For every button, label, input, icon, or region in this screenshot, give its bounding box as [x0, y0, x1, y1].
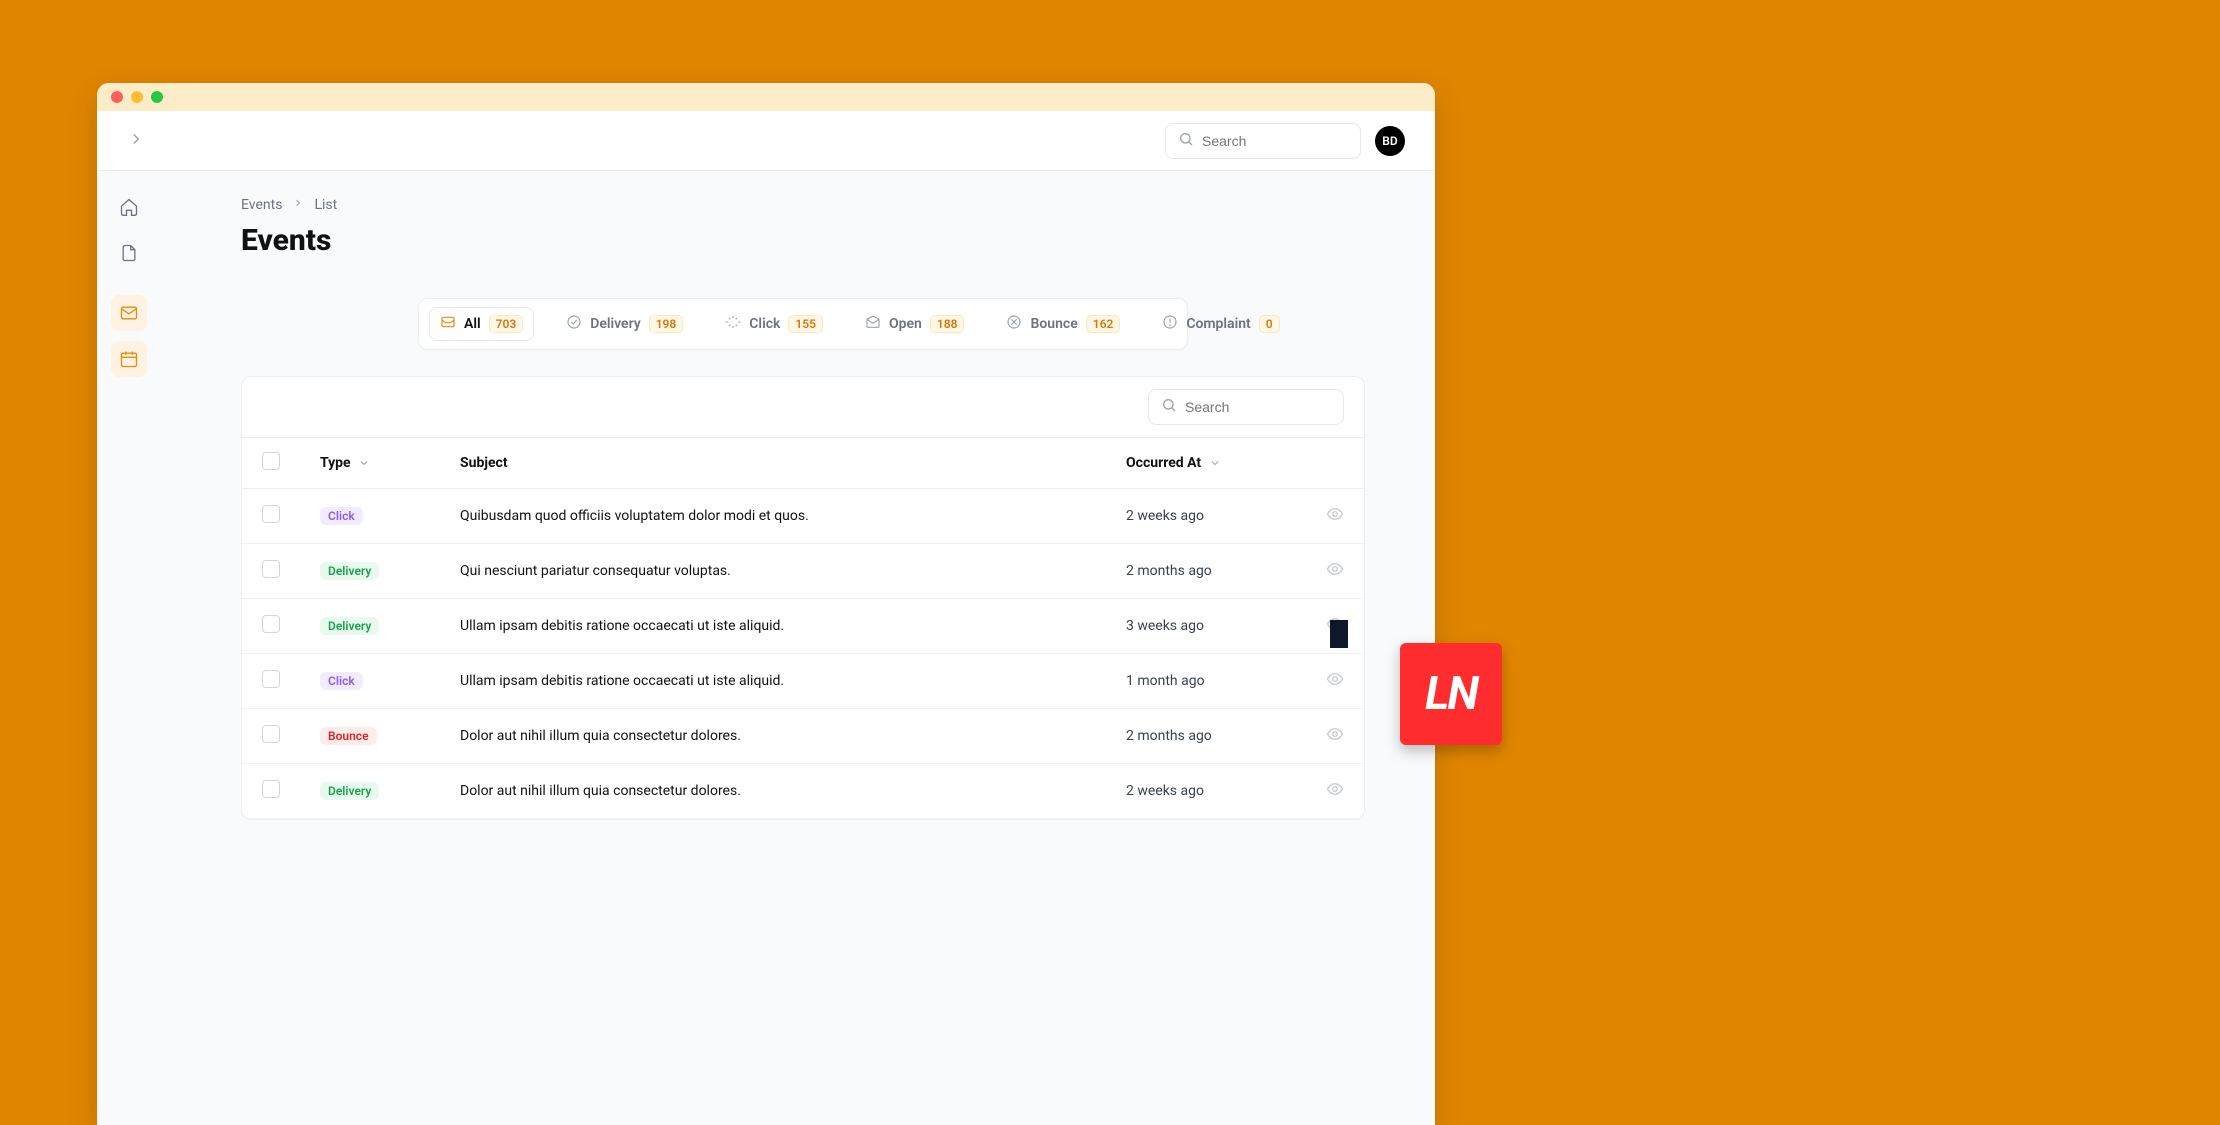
window-zoom-dot[interactable]	[151, 91, 163, 103]
sidebar	[97, 171, 161, 1125]
breadcrumb-leaf: List	[314, 197, 337, 213]
table-row[interactable]: Bounce Dolor aut nihil illum quia consect…	[242, 709, 1364, 764]
filter-count: 188	[930, 315, 965, 333]
row-checkbox[interactable]	[262, 560, 280, 578]
row-checkbox[interactable]	[262, 725, 280, 743]
global-search-input[interactable]	[1202, 133, 1348, 149]
row-checkbox[interactable]	[262, 615, 280, 633]
row-checkbox[interactable]	[262, 670, 280, 688]
occurred-at-cell: 2 months ago	[1106, 709, 1306, 764]
app-window: BD Events List Events Al	[97, 83, 1435, 1125]
sidebar-item-calendar[interactable]	[111, 341, 147, 377]
events-table-card: Type Subject Occurred At Click Quibusdam …	[241, 376, 1365, 820]
table-row[interactable]: Delivery Ullam ipsam debitis ratione occa…	[242, 599, 1364, 654]
type-badge: Bounce	[320, 727, 377, 745]
chevron-right-icon	[292, 197, 304, 213]
eye-icon[interactable]	[1326, 566, 1344, 582]
filter-tabs: All 703 Delivery 198 Click 155 Open 188 Bounce 16…	[418, 298, 1188, 350]
filter-label: Bounce	[1030, 316, 1077, 332]
eye-icon[interactable]	[1326, 731, 1344, 747]
window-close-dot[interactable]	[111, 91, 123, 103]
chevron-down-icon	[1209, 457, 1221, 469]
select-all-checkbox[interactable]	[262, 452, 280, 470]
filter-tab-complaint[interactable]: Complaint 0	[1152, 308, 1289, 340]
subject-cell: Qui nesciunt pariatur consequatur volupt…	[440, 544, 1106, 599]
sidebar-item-home[interactable]	[111, 189, 147, 225]
subject-cell: Quibusdam quod officiis voluptatem dolor…	[440, 489, 1106, 544]
filter-count: 198	[649, 315, 684, 333]
window-titlebar	[97, 83, 1435, 111]
sidebar-item-document[interactable]	[111, 235, 147, 271]
all-icon	[440, 314, 456, 334]
type-badge: Click	[320, 507, 363, 525]
filter-tab-all[interactable]: All 703	[429, 307, 534, 341]
click-icon	[725, 314, 741, 334]
filter-label: All	[464, 316, 481, 332]
complaint-icon	[1162, 314, 1178, 334]
subject-cell: Ullam ipsam debitis ratione occaecati ut…	[440, 654, 1106, 709]
table-row[interactable]: Click Quibusdam quod officiis voluptatem …	[242, 489, 1364, 544]
sidebar-item-mail[interactable]	[111, 295, 147, 331]
table-row[interactable]: Click Ullam ipsam debitis ratione occaeca…	[242, 654, 1364, 709]
filter-count: 155	[788, 315, 823, 333]
avatar[interactable]: BD	[1375, 126, 1405, 156]
eye-icon[interactable]	[1326, 786, 1344, 802]
occurred-at-cell: 1 month ago	[1106, 654, 1306, 709]
type-badge: Click	[320, 672, 363, 690]
search-icon	[1161, 397, 1177, 417]
sidebar-toggle-icon[interactable]	[127, 130, 145, 152]
type-badge: Delivery	[320, 617, 379, 635]
main-content: Events List Events All 703 Delivery 198 Clic…	[161, 171, 1435, 1125]
delivery-icon	[566, 314, 582, 334]
table-row[interactable]: Delivery Dolor aut nihil illum quia conse…	[242, 764, 1364, 819]
table-row[interactable]: Delivery Qui nesciunt pariatur consequatu…	[242, 544, 1364, 599]
filter-tab-bounce[interactable]: Bounce 162	[996, 308, 1130, 340]
breadcrumb-root[interactable]: Events	[241, 197, 282, 213]
filter-count: 0	[1259, 315, 1280, 333]
filter-label: Open	[889, 316, 922, 332]
column-header-occurred-at[interactable]: Occurred At	[1106, 438, 1306, 489]
filter-label: Delivery	[590, 316, 641, 332]
top-header: BD	[97, 111, 1435, 171]
breadcrumb: Events List	[241, 197, 1365, 213]
open-icon	[865, 314, 881, 334]
bounce-icon	[1006, 314, 1022, 334]
filter-count: 703	[489, 315, 524, 333]
search-icon	[1178, 131, 1194, 151]
column-header-type[interactable]: Type	[300, 438, 440, 489]
table-search-input[interactable]	[1185, 399, 1331, 415]
occurred-at-cell: 3 weeks ago	[1106, 599, 1306, 654]
occurred-at-cell: 2 weeks ago	[1106, 764, 1306, 819]
occurred-at-cell: 2 weeks ago	[1106, 489, 1306, 544]
filter-count: 162	[1086, 315, 1121, 333]
subject-cell: Dolor aut nihil illum quia consectetur d…	[440, 764, 1106, 819]
filter-tab-open[interactable]: Open 188	[855, 308, 974, 340]
chevron-down-icon	[358, 457, 370, 469]
filter-tab-click[interactable]: Click 155	[715, 308, 833, 340]
filter-tab-delivery[interactable]: Delivery 198	[556, 308, 693, 340]
ln-logo: LN	[1400, 643, 1502, 745]
row-checkbox[interactable]	[262, 505, 280, 523]
overlay-chip	[1330, 620, 1348, 648]
global-search[interactable]	[1165, 123, 1361, 159]
events-table: Type Subject Occurred At Click Quibusdam …	[242, 437, 1364, 819]
eye-icon[interactable]	[1326, 676, 1344, 692]
filter-label: Complaint	[1186, 316, 1250, 332]
row-checkbox[interactable]	[262, 780, 280, 798]
window-minimize-dot[interactable]	[131, 91, 143, 103]
occurred-at-cell: 2 months ago	[1106, 544, 1306, 599]
filter-label: Click	[749, 316, 780, 332]
type-badge: Delivery	[320, 562, 379, 580]
table-search[interactable]	[1148, 389, 1344, 425]
subject-cell: Ullam ipsam debitis ratione occaecati ut…	[440, 599, 1106, 654]
column-header-subject[interactable]: Subject	[440, 438, 1106, 489]
eye-icon[interactable]	[1326, 511, 1344, 527]
subject-cell: Dolor aut nihil illum quia consectetur d…	[440, 709, 1106, 764]
type-badge: Delivery	[320, 782, 379, 800]
page-title: Events	[241, 223, 1365, 258]
